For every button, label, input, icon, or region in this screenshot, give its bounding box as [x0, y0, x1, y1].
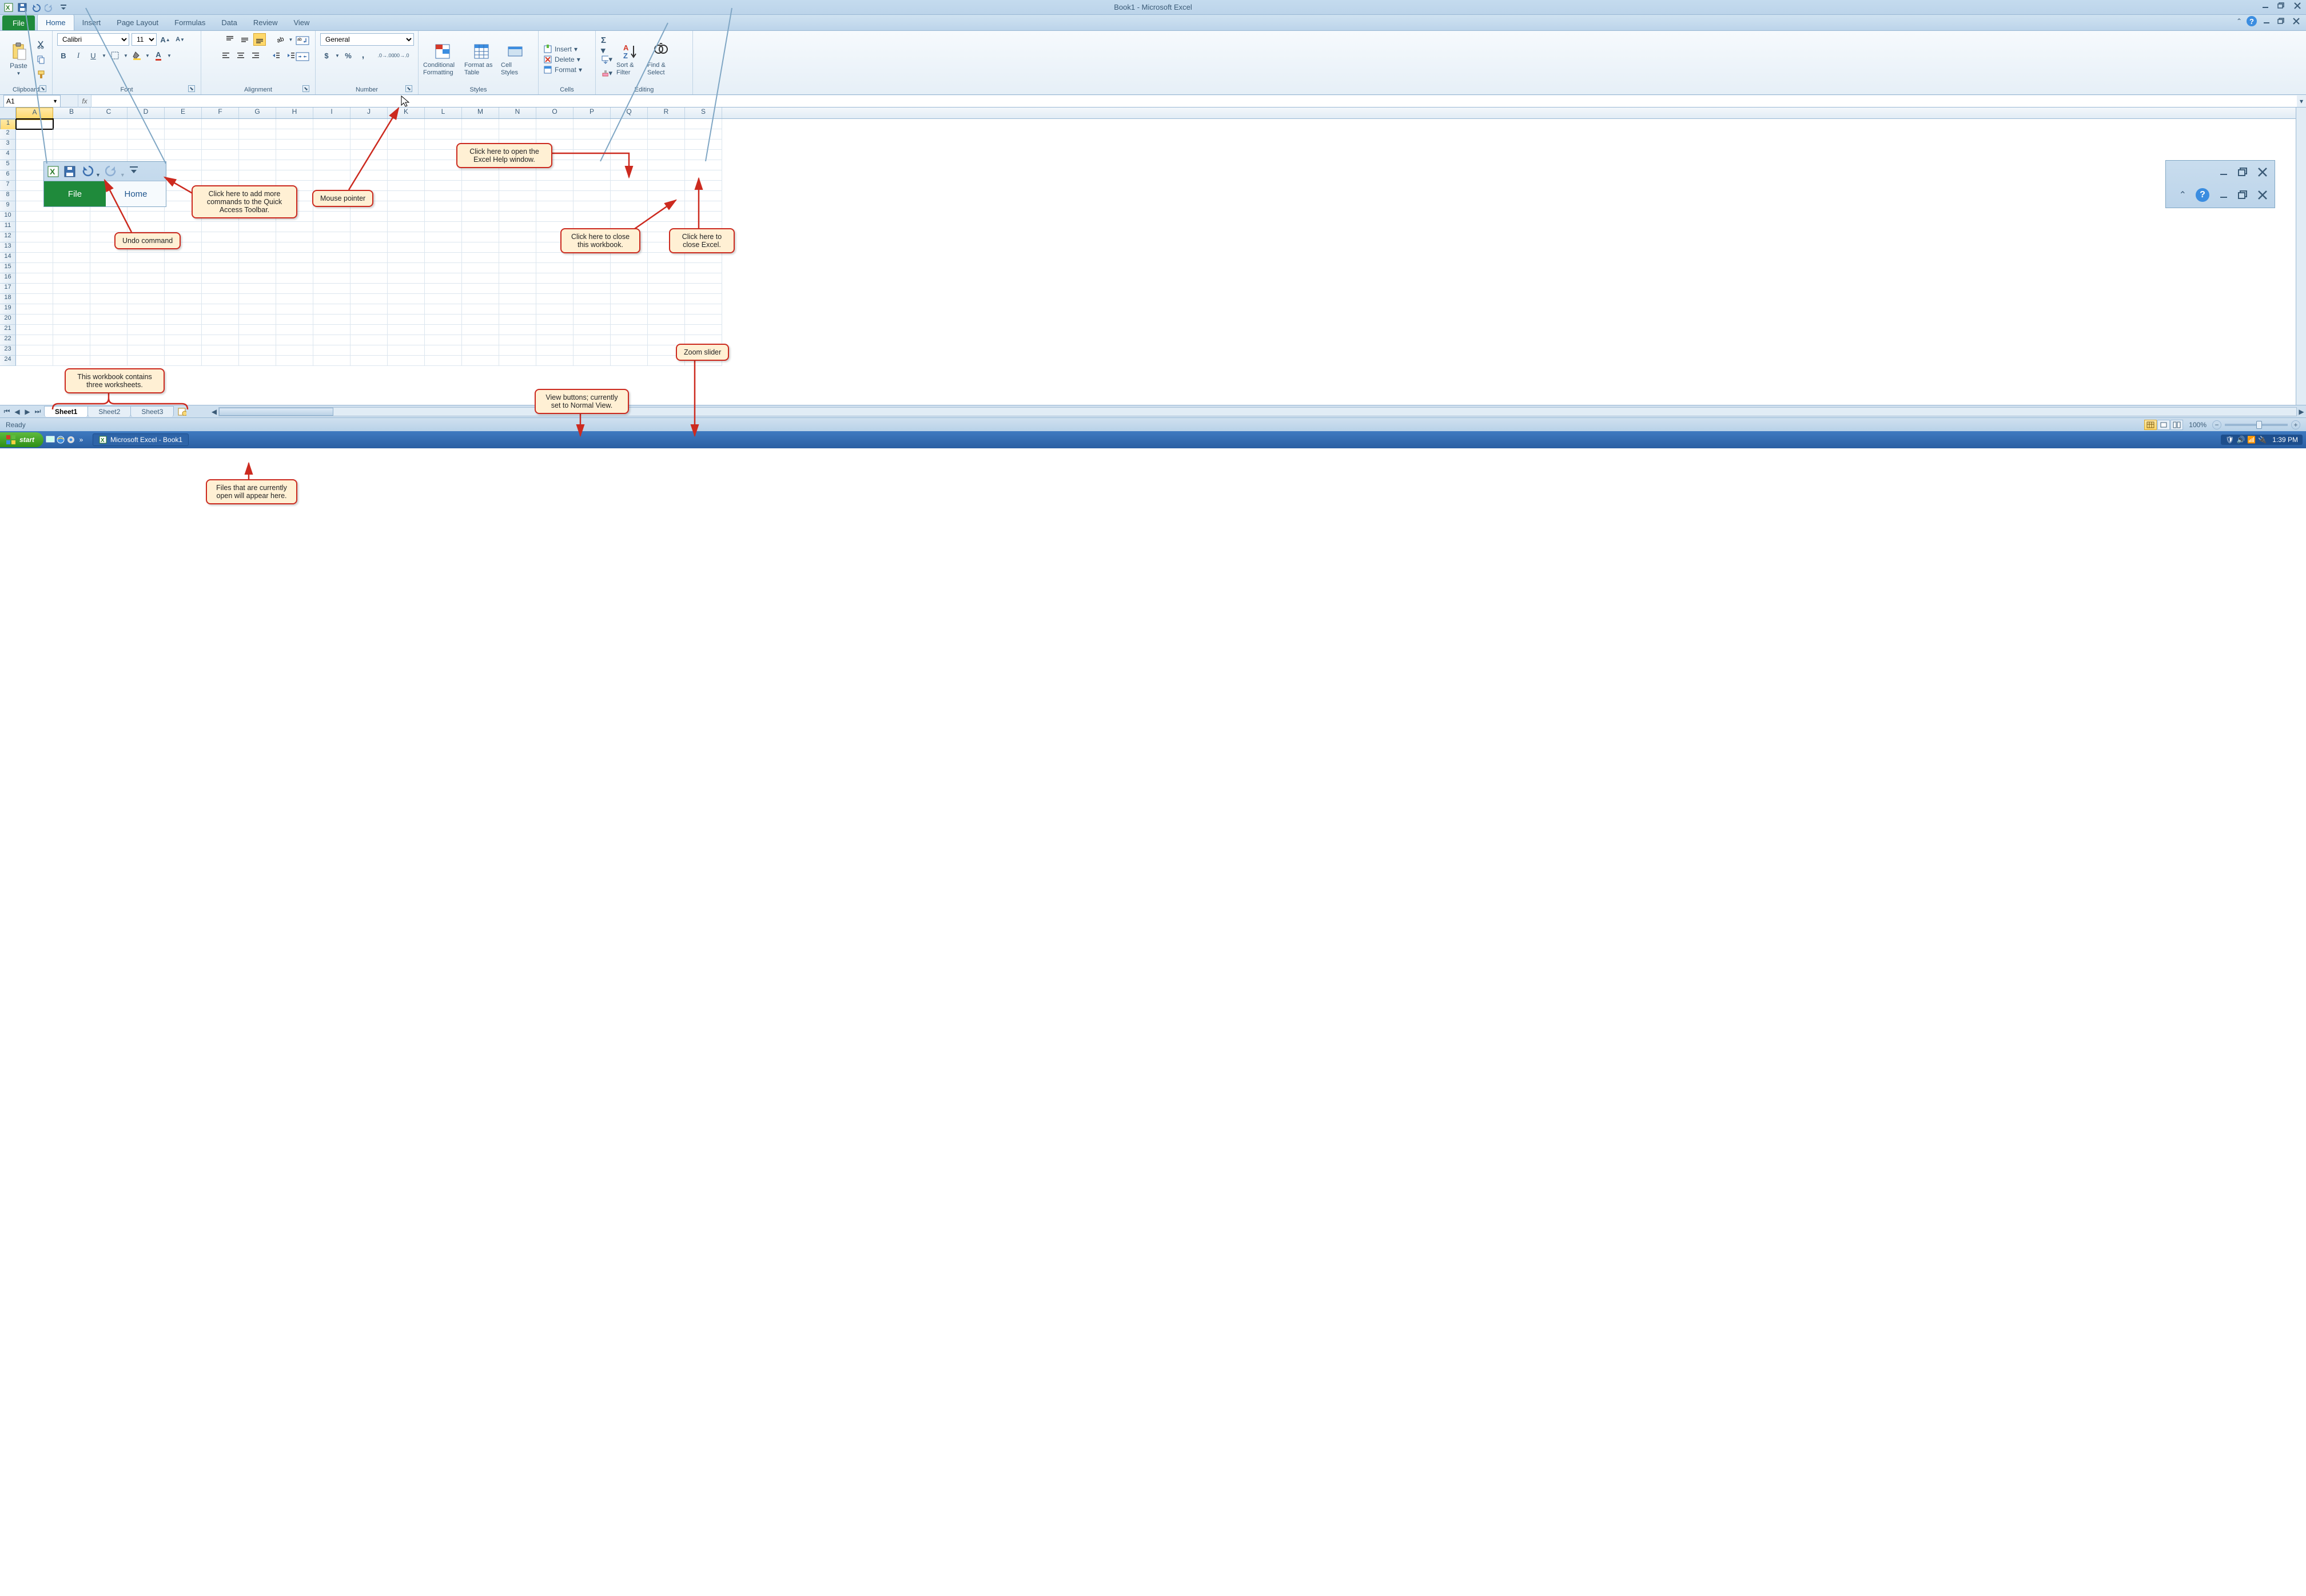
- callout-sheets: This workbook contains three worksheets.: [65, 368, 165, 393]
- workbook-minimize-button[interactable]: [2261, 17, 2272, 25]
- zoom-slider[interactable]: [2225, 424, 2288, 426]
- callout-files: Files that are currently open will appea…: [206, 479, 297, 504]
- page-break-view-button[interactable]: [2170, 420, 2183, 430]
- restore-icon: [2238, 168, 2248, 177]
- minimize-icon: [2219, 168, 2229, 176]
- workbook-minimize-icon: [2219, 191, 2229, 199]
- callout-close-workbook: Click here to close this workbook.: [560, 228, 640, 253]
- zoom-in-button[interactable]: +: [2291, 420, 2300, 429]
- system-tray[interactable]: 🛡 🔊 📶 🔌 1:39 PM: [2221, 435, 2303, 445]
- minimize-button[interactable]: [2260, 2, 2271, 10]
- zoom-out-button[interactable]: −: [2212, 420, 2221, 429]
- zoom-level[interactable]: 100%: [2189, 421, 2207, 429]
- tray-icon[interactable]: 🛡: [2225, 436, 2234, 444]
- minimize-ribbon-icon: ⌃: [2179, 189, 2186, 201]
- help-icon[interactable]: ?: [2247, 16, 2257, 26]
- close-icon: [2257, 168, 2268, 177]
- workbook-close-icon: [2257, 190, 2268, 200]
- workbook-close-button[interactable]: [2291, 17, 2301, 25]
- tray-icon[interactable]: 📶: [2247, 436, 2256, 444]
- callout-help: Click here to open the Excel Help window…: [456, 143, 552, 168]
- callout-zoom: Zoom slider: [676, 344, 729, 361]
- minimize-ribbon-icon[interactable]: ⌃: [2236, 17, 2242, 25]
- help-icon: ?: [2196, 188, 2209, 202]
- zoom-window-controls-overlay: ⌃ ?: [2165, 160, 2275, 208]
- workbook-restore-icon: [2238, 190, 2248, 200]
- callout-close-excel: Click here to close Excel.: [669, 228, 735, 253]
- vertical-scrollbar[interactable]: [2296, 108, 2306, 405]
- close-button[interactable]: [2292, 2, 2303, 10]
- restore-button[interactable]: [2276, 2, 2287, 10]
- workbook-restore-button[interactable]: [2276, 17, 2287, 25]
- tray-icon[interactable]: 🔊: [2236, 436, 2245, 444]
- callout-mouse: Mouse pointer: [312, 190, 373, 207]
- page-layout-view-button[interactable]: [2157, 420, 2170, 430]
- clock: 1:39 PM: [2272, 436, 2298, 444]
- callout-views: View buttons; currently set to Normal Vi…: [535, 389, 629, 414]
- callout-qat: Click here to add more commands to the Q…: [192, 185, 297, 218]
- normal-view-button[interactable]: [2144, 420, 2157, 430]
- tray-icon[interactable]: 🔌: [2258, 436, 2267, 444]
- expand-formula-bar-icon[interactable]: ▾: [2297, 97, 2306, 105]
- callout-undo: Undo command: [114, 232, 181, 249]
